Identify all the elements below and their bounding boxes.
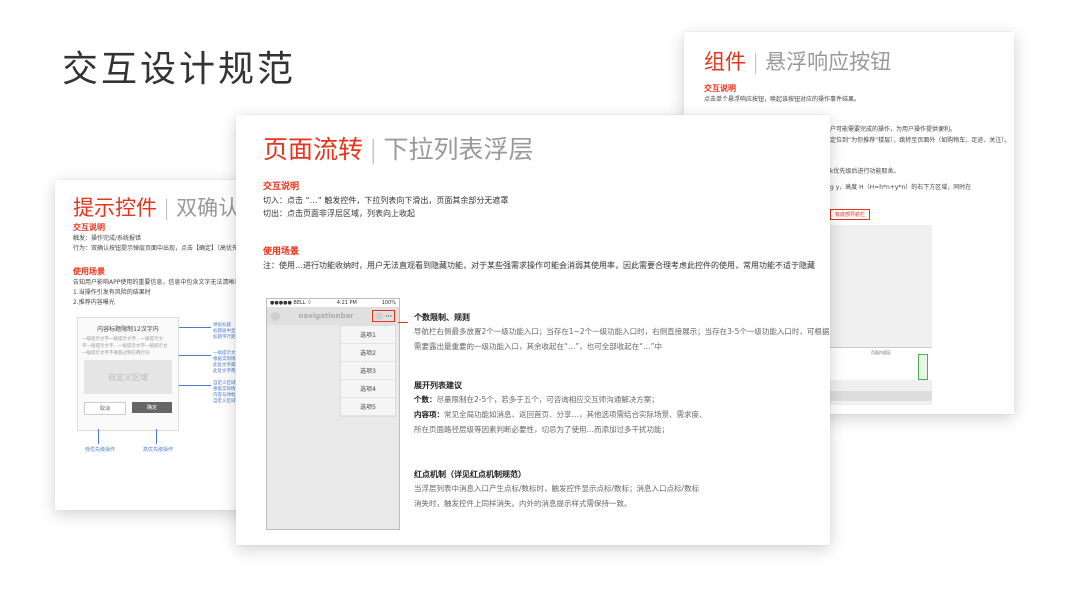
- back-icon[interactable]: [271, 311, 280, 321]
- block3-line: 消失时，触发控件上同样消失。内外的消息提示样式需保持一致。: [414, 499, 632, 508]
- floating-button-mock: [918, 354, 928, 380]
- annot-line: [179, 327, 211, 328]
- right-line: 定位到“为你推荐”楼层），跳转至页面外（如购物车、足迹、关注）。: [830, 137, 1011, 144]
- left-section1-title: 交互说明: [73, 223, 105, 232]
- message-icon[interactable]: [375, 312, 384, 320]
- mock-label: 页面内容区: [871, 350, 891, 355]
- block3-line: 当浮层列表中消息入口产生点标/数标时，触发控件显示点标/数标；消息入口点标/数标: [414, 484, 700, 493]
- menu-item[interactable]: 选项4: [341, 380, 395, 398]
- dialog-text-line: 一级提示文字不要超过制在两行间: [82, 351, 150, 356]
- content-label: 内容项：: [414, 410, 444, 419]
- center-header-red: 页面流转: [263, 135, 364, 164]
- center-header-gray: 下拉列表浮层: [383, 135, 534, 164]
- count-label: 个数：: [414, 395, 437, 404]
- in-line: 切入：点击 “…” 触发控件，下拉列表向下滑出，页面其余部分无遮罩: [263, 196, 509, 205]
- right-mock-area: 页面内容区: [830, 225, 932, 405]
- right-line: k优先级后进行功能取舍。: [830, 168, 900, 175]
- annotation-text: 自定义区域: [213, 399, 236, 404]
- menu-item[interactable]: 选项3: [341, 362, 395, 380]
- dialog-text-line: 字一级提示文字…一级提示文字一级提示文: [82, 344, 168, 349]
- block1-line: 导航栏右侧最多放置2个一级功能入口；当存在1~2个一级功能入口时，右侧直接展示；…: [414, 327, 830, 336]
- carrier-text: ●●●●● BELL ⌔: [270, 300, 312, 306]
- menu-item[interactable]: 选项2: [341, 344, 395, 362]
- left-section2-title: 使用场景: [73, 267, 105, 276]
- content-text-2: 所在页面路径层级等因素判断必要性，切忌为了使用…而添加过多干扰功能；: [414, 425, 669, 434]
- scene-note: 注：使用…进行功能收纳时，用户无法直观看到隐藏功能，对于某些强需求操作可能会消弱…: [263, 261, 815, 270]
- time-text: 4:21 PM: [336, 300, 357, 306]
- dialog-mock: 内容标题限制12汉字内 一级提示文字一级提示文字…一级提示文 字一级提示文字…一…: [77, 317, 179, 431]
- footer-line-right: [156, 429, 157, 444]
- status-bar: ●●●●● BELL ⌔ 4:21 PM 100%: [267, 299, 399, 307]
- nav-title: navigationbar: [298, 312, 354, 320]
- center-section2-title: 使用场景: [263, 247, 300, 257]
- dialog-title: 内容标题限制12汉字内: [97, 326, 159, 333]
- right-header-red: 组件: [704, 50, 746, 74]
- block3-title: 红点机制（详见红点机制规范）: [414, 470, 526, 479]
- right-line: g y，高度 H（H=h*n+y*n）的右下方区域，同时在: [830, 184, 972, 191]
- footer-line-left: [98, 429, 99, 444]
- callout-line: [398, 322, 408, 323]
- annotation-text: 标题字行距: [213, 335, 236, 340]
- tag-bottom-nav: 有底部导航栏: [830, 209, 871, 220]
- annot-line: [179, 385, 211, 386]
- right-header-gray: 悬浮响应按钮: [765, 50, 892, 74]
- cancel-button[interactable]: 取消: [84, 402, 126, 415]
- block1-title: 个数限制、规则: [414, 313, 470, 322]
- menu-item[interactable]: 选项5: [341, 398, 395, 416]
- right-line: 户可能需要完成的操作，为用户操作提供便利。: [830, 126, 957, 133]
- dialog-text-line: 一级提示文字一级提示文字…一级提示文: [82, 337, 163, 342]
- dropdown-menu: 选项1 选项2 选项3 选项4 选项5: [340, 325, 396, 417]
- footer-label-left: 低优先级操作: [85, 447, 116, 453]
- footer-label-right: 高优先级操作: [143, 447, 174, 453]
- custom-area: 自定义区域: [84, 360, 172, 394]
- left-header-red: 提示控件: [73, 196, 157, 220]
- battery-text: 100%: [381, 300, 396, 306]
- annot-line: [179, 355, 211, 356]
- confirm-button[interactable]: 确定: [132, 402, 172, 413]
- menu-item[interactable]: 选项1: [341, 326, 395, 344]
- content-text: 常见全局功能如消息、返回首页、分享…，其他选项需结合实际场景、需求度、: [444, 410, 707, 419]
- more-button[interactable]: ···: [372, 310, 395, 322]
- block1-line: 需要露出最重要的一级功能入口，其余收起在“…”，也可全部收起在“…”中: [414, 342, 663, 351]
- page-title: 交互设计规范: [62, 49, 297, 90]
- left-section1-line: 行为：双确认按钮提示弹层页面中出现，点击【确定】（高优先级操作）: [73, 245, 263, 252]
- phone-mock: ●●●●● BELL ⌔ 4:21 PM 100% navigationbar …: [266, 298, 400, 530]
- left-section1-line: 触发：操作完成/系统报错: [73, 235, 142, 242]
- more-icon[interactable]: ···: [385, 313, 392, 320]
- navigation-bar: navigationbar ···: [267, 307, 399, 325]
- right-section-title: 交互说明: [704, 84, 736, 93]
- center-spec-page: 页面流转 | 下拉列表浮层 交互说明 切入：点击 “…” 触发控件，下拉列表向下滑出…: [236, 115, 830, 545]
- block2-title: 展开列表建议: [414, 381, 462, 390]
- right-line: 点击单个悬浮响应按钮，唤起该按钮对应的操作事件结果。: [704, 96, 861, 103]
- center-section1-title: 交互说明: [263, 182, 300, 192]
- count-text: 尽量限制在2-5个，若多于五个，可咨询相应交互师沟通解决方案；: [436, 395, 659, 404]
- out-line: 切出：点击页面非浮层区域，列表向上收起: [263, 209, 415, 218]
